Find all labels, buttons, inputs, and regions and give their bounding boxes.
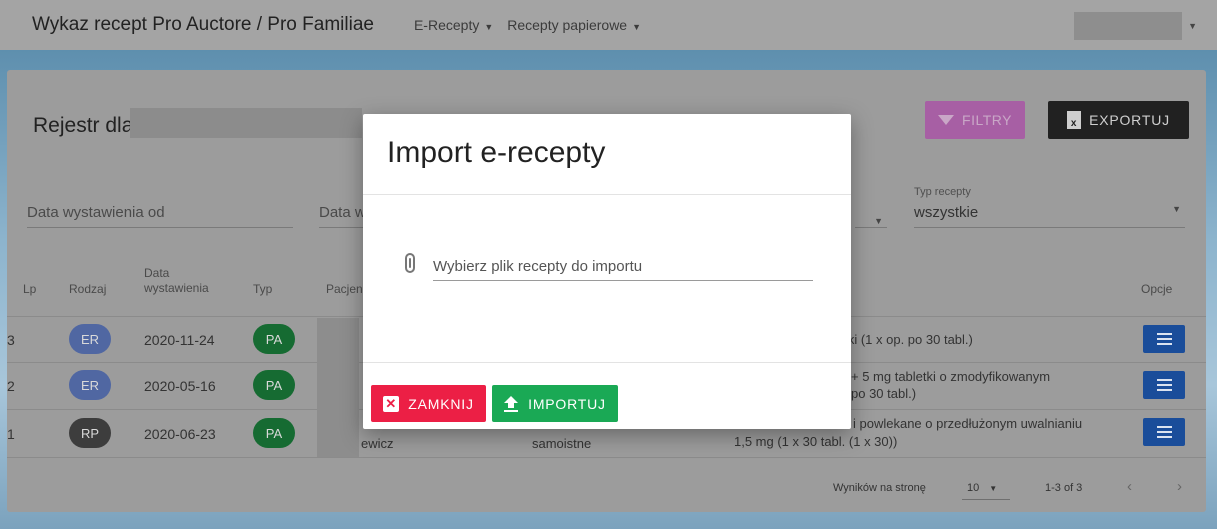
menu-icon [1156,333,1172,335]
import-button[interactable]: IMPORTUJ [492,385,618,422]
caret-down-icon: ▼ [989,484,998,493]
import-modal: Import e-recepty Wybierz plik recepty do… [363,114,851,429]
date-from-field[interactable]: Data wystawienia od [27,198,293,228]
row-date: 2020-11-24 [144,332,215,348]
filter-button[interactable]: FILTRY [925,101,1025,139]
menu-icon [1156,426,1172,428]
menu-icon [1156,379,1172,381]
caret-down-icon: ▼ [484,22,494,32]
nav-menu-e-recepty[interactable]: E-Recepty ▼ [414,17,493,33]
column-header-kind[interactable]: Rodzaj [69,282,106,296]
column-header-date[interactable]: Data wystawienia [144,266,224,296]
row-drug: etki (1 x op. po 30 tabl.) [837,332,973,347]
type-badge: PA [253,324,295,354]
column-header-patient[interactable]: Pacjen [326,282,363,296]
caret-down-icon: ▼ [1188,21,1197,31]
modal-divider [363,194,851,195]
column-header-lp[interactable]: Lp [23,282,36,296]
row-drug-line2: 1,5 mg (1 x 30 tabl. (1 x 30)) [734,434,898,449]
registry-label: Rejestr dla: [33,114,140,137]
status-select[interactable]: ▼ [855,198,887,228]
prev-page-icon[interactable]: ‹ [1127,478,1132,495]
caret-down-icon: ▼ [874,216,883,226]
per-page-underline [962,499,1010,500]
nav-menu-recepty-papierowe[interactable]: Recepty papierowe ▼ [507,17,641,33]
row-options-button[interactable] [1143,418,1185,446]
row-date: 2020-06-23 [144,426,216,442]
row-date: 2020-05-16 [144,378,216,394]
filter-icon [938,115,955,125]
modal-divider [363,362,851,363]
kind-badge: ER [69,370,111,400]
close-button[interactable]: ✕ ZAMKNIJ [371,385,486,422]
kind-badge: ER [69,324,111,354]
row-patient: ewicz [361,436,394,451]
row-lp: 1 [7,426,15,442]
registry-select-redacted[interactable] [130,108,362,138]
type-badge: PA [253,370,295,400]
caret-down-icon: ▼ [1172,204,1181,214]
type-badge: PA [253,418,295,448]
row-drug: i powlekane o przedłużonym uwalnianiu [853,416,1083,431]
user-menu[interactable]: ▼ [1074,12,1197,40]
modal-title: Import e-recepty [387,136,606,169]
column-header-options: Opcje [1141,282,1173,296]
column-header-type[interactable]: Typ [253,282,272,296]
file-input[interactable]: Wybierz plik recepty do importu [433,258,642,275]
paperclip-icon[interactable] [405,253,415,273]
row-lp: 2 [7,378,15,394]
file-input-underline [433,280,813,281]
export-button[interactable]: x EXPORTUJ [1048,101,1189,139]
patient-name-redacted [317,318,359,457]
row-options-button[interactable] [1143,325,1185,353]
per-page-select[interactable]: 10 ▼ [967,482,997,494]
kind-badge: RP [69,418,111,448]
row-options-button[interactable] [1143,371,1185,399]
type-select[interactable]: Typ recepty wszystkie ▼ [914,186,1185,228]
app-title[interactable]: Wykaz recept Pro Auctore / Pro Familiae [32,14,374,36]
caret-down-icon: ▼ [632,22,642,32]
close-icon: ✕ [383,395,400,412]
excel-icon: x [1067,111,1082,129]
row-drug-line2: po 30 tabl.) [851,386,917,401]
user-name-redacted [1074,12,1183,40]
nav-menu: E-Recepty ▼ Recepty papierowe ▼ [414,17,641,33]
next-page-icon[interactable]: › [1177,478,1182,495]
page-range: 1-3 of 3 [1045,482,1083,494]
row-lp: 3 [7,332,15,348]
table-row-divider [7,457,1206,458]
per-page-label: Wyników na stronę [833,482,926,494]
top-navbar: Wykaz recept Pro Auctore / Pro Familiae … [0,0,1217,50]
row-status: samoistne [532,436,592,451]
row-drug: + 5 mg tabletki o zmodyfikowanym [851,369,1051,384]
upload-icon [504,395,519,412]
